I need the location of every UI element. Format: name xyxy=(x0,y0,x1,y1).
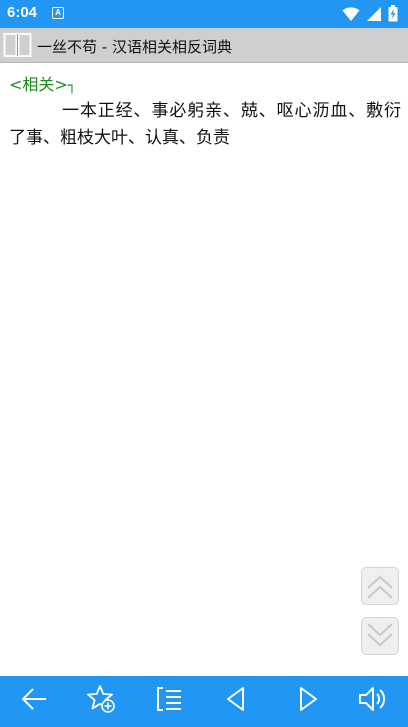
back-arrow-icon xyxy=(20,685,48,717)
scroll-down-button[interactable] xyxy=(361,617,399,655)
list-button[interactable] xyxy=(151,684,187,718)
page-title: 一丝不苟 - 汉语相关相反词典 xyxy=(37,38,232,56)
scroll-up-button[interactable] xyxy=(361,567,399,605)
list-icon xyxy=(154,685,184,717)
wifi-icon xyxy=(342,6,360,26)
next-icon xyxy=(296,685,320,717)
related-words-text: 一本正经、事必躬亲、兢、呕心沥血、敷衍了事、粗枝大叶、认真、负责 xyxy=(9,101,401,148)
previous-button[interactable] xyxy=(218,684,254,718)
signal-icon xyxy=(366,6,382,26)
status-bar: 6:04 A xyxy=(0,0,408,28)
status-icons xyxy=(342,5,398,26)
notification-icon: A xyxy=(52,7,64,19)
speaker-icon xyxy=(357,685,389,717)
favorite-add-icon xyxy=(86,684,116,718)
back-button[interactable] xyxy=(16,684,52,718)
scroll-up-icon xyxy=(362,575,398,608)
title-bar: 一丝不苟 - 汉语相关相反词典 xyxy=(0,28,408,63)
status-time: 6:04 xyxy=(7,4,38,21)
next-button[interactable] xyxy=(290,684,326,718)
previous-icon xyxy=(224,685,248,717)
battery-icon xyxy=(388,5,398,26)
add-favorite-button[interactable] xyxy=(83,684,119,718)
related-section-header: <相关>┐ xyxy=(9,72,401,98)
related-label[interactable]: <相关> xyxy=(9,75,68,94)
speak-button[interactable] xyxy=(355,684,391,718)
book-icon[interactable] xyxy=(3,31,32,59)
scroll-down-icon xyxy=(362,623,398,658)
related-mark: ┐ xyxy=(67,78,77,94)
bottom-toolbar xyxy=(0,676,408,727)
entry-content: <相关>┐ 一本正经、事必躬亲、兢、呕心沥血、敷衍了事、粗枝大叶、认真、负责 xyxy=(9,72,401,152)
